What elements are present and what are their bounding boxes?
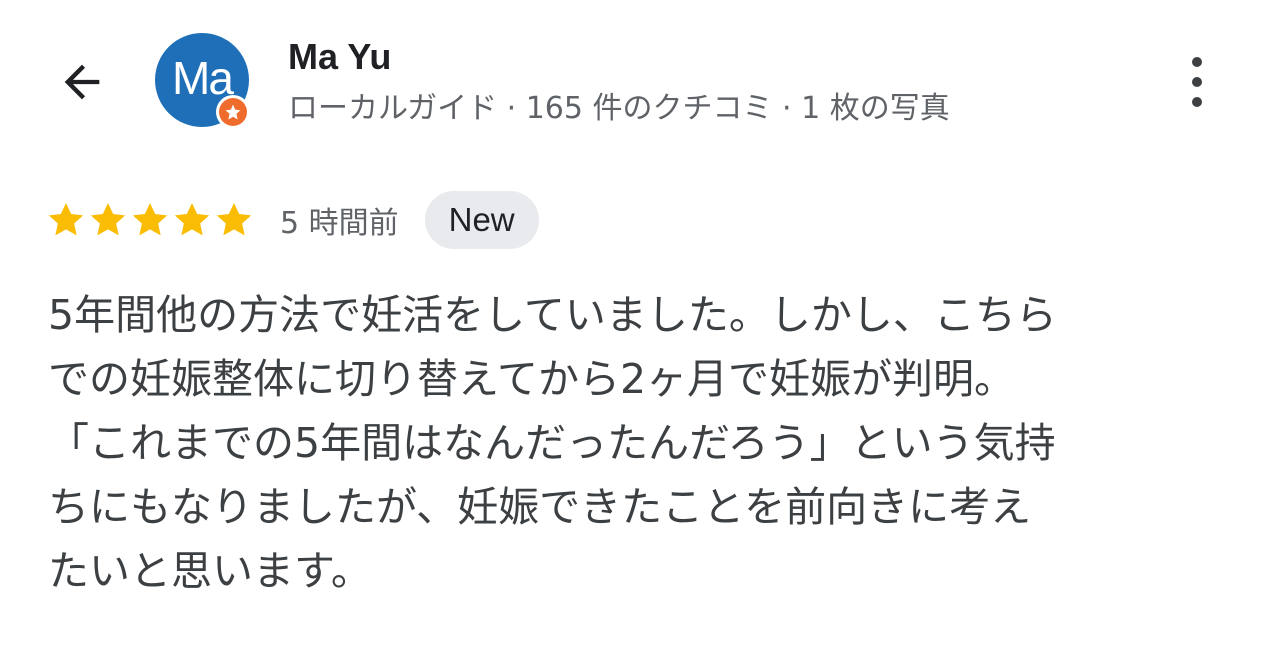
review-text: 5年間他の方法で妊活をしていました。しかし、こちら での妊娠整体に切り替えてから…	[48, 291, 1057, 595]
review-time: 5 時間前	[280, 206, 399, 241]
new-badge: New	[424, 191, 539, 249]
more-vert-icon	[1192, 57, 1202, 107]
star-icon	[48, 203, 84, 236]
star-icon	[174, 203, 210, 236]
star-icon	[216, 203, 252, 236]
reviewer-subtitle: ローカルガイド · 165 件のクチコミ · 1 枚の写真	[288, 91, 950, 126]
arrow-left-icon	[64, 64, 100, 100]
review-header: Ma Ma Yu ローカルガイド · 165 件のクチコミ · 1 枚の写真	[0, 0, 1280, 160]
back-button[interactable]	[50, 50, 114, 114]
reviewer-name[interactable]: Ma Yu	[288, 36, 391, 78]
review-meta: 5 時間前 New	[46, 190, 539, 250]
star-rating	[46, 200, 254, 240]
local-guide-star-icon	[219, 98, 247, 126]
local-guide-badge	[216, 95, 250, 129]
star-icon	[132, 203, 168, 236]
star-icon	[90, 203, 126, 236]
more-options-button[interactable]	[1170, 50, 1224, 114]
